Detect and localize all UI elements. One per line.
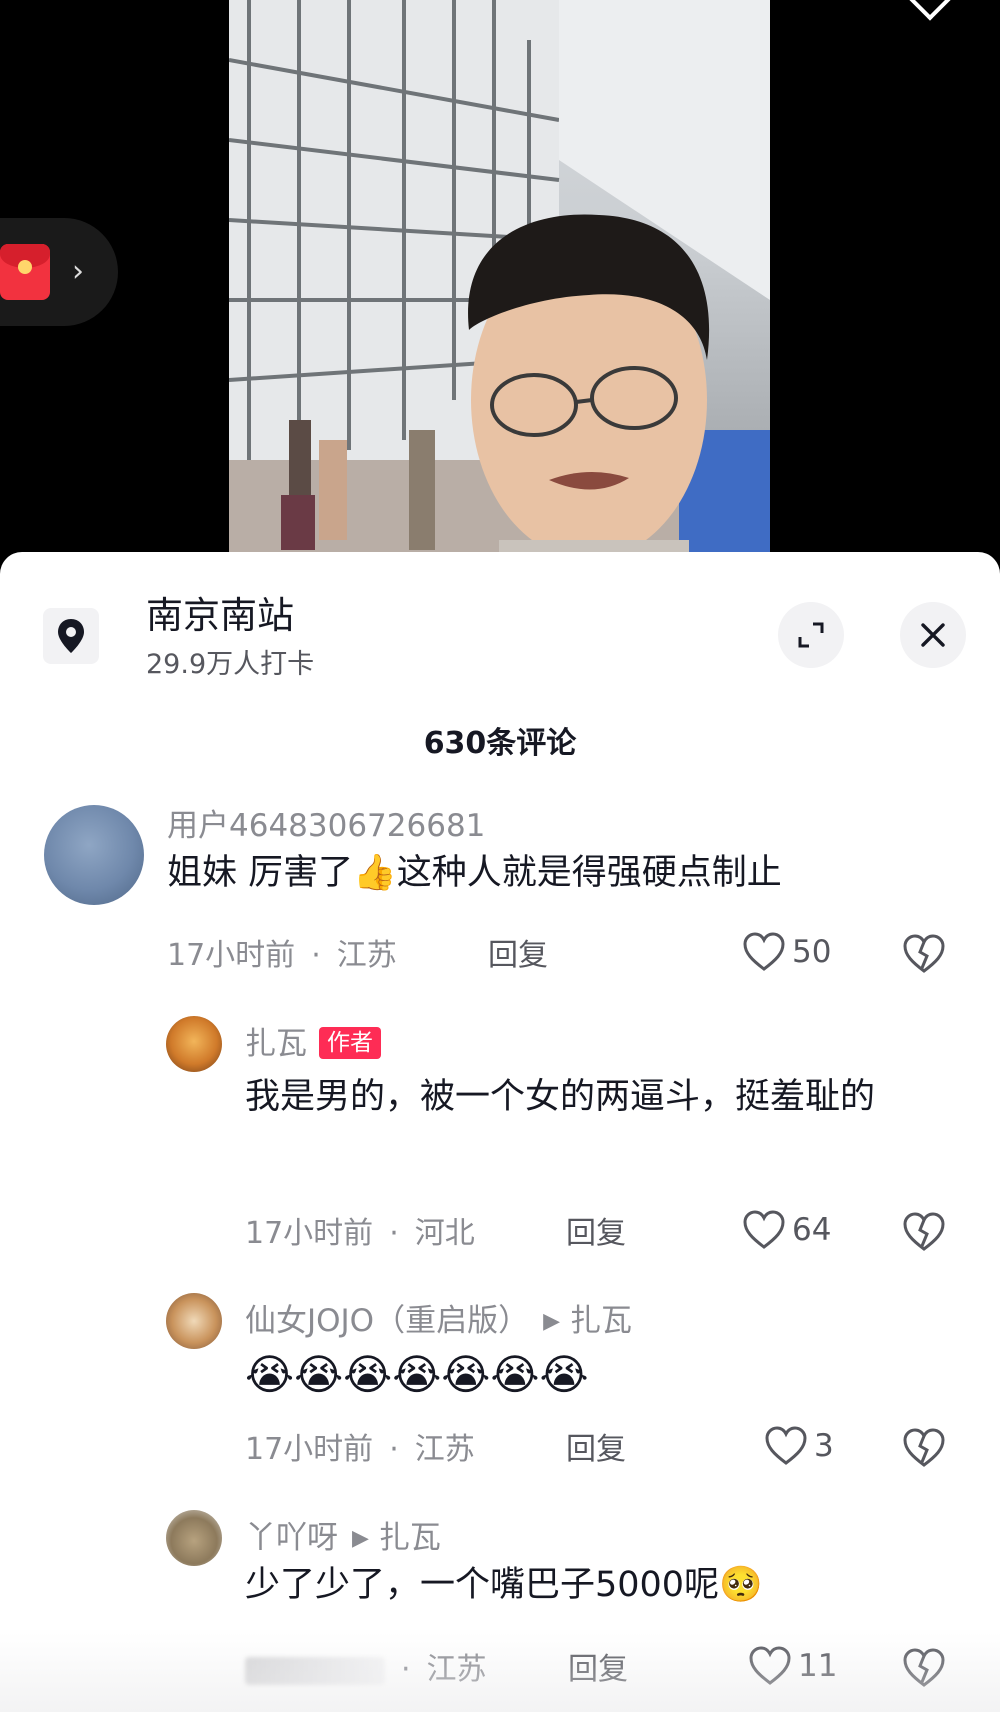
comments-count-header: 630条评论 (423, 726, 577, 761)
reply-arrow-icon: ▶ (352, 1526, 369, 1551)
location-pin-icon[interactable] (43, 608, 99, 664)
chevron-right-icon: › (72, 254, 84, 289)
comments-sheet: 南京南站 29.9万人打卡 630条评论 用户4648306726681 姐妹 … (0, 552, 1000, 1712)
comment-region: 江苏 (336, 938, 397, 973)
dislike-button[interactable] (902, 1428, 946, 1472)
comment-meta: 17小时前 · 江苏 (245, 1432, 475, 1467)
location-title[interactable]: 南京南站 (146, 594, 294, 638)
reply-button[interactable]: 回复 (488, 936, 548, 976)
video-still-image (229, 0, 770, 560)
comment-text: 姐妹 厉害了👍这种人就是得强硬点制止 (167, 853, 782, 893)
like-button[interactable]: 50 (742, 932, 831, 972)
expand-button[interactable] (778, 602, 844, 668)
video-frame[interactable] (229, 0, 770, 560)
close-button[interactable] (900, 602, 966, 668)
comment-meta: 17小时前 · 河北 (245, 1216, 475, 1251)
comment-text: 😭😭😭😭😭😭😭 (245, 1350, 589, 1399)
reply-to-username[interactable]: 扎瓦 (570, 1303, 632, 1339)
reply-button[interactable]: 回复 (566, 1430, 626, 1470)
heart-outline-icon (743, 1210, 785, 1249)
author-badge: 作者 (319, 1027, 381, 1059)
chevron-back-icon[interactable] (907, 0, 953, 21)
like-count: 64 (792, 1212, 832, 1248)
comment-username[interactable]: 仙女JOJO（重启版） ▶ 扎瓦 (245, 1301, 632, 1345)
broken-heart-icon (903, 934, 945, 973)
reply-button[interactable]: 回复 (566, 1214, 626, 1254)
avatar[interactable] (44, 805, 144, 905)
dislike-button[interactable] (902, 934, 946, 978)
comment-username[interactable]: 用户4648306726681 (167, 806, 485, 846)
video-player[interactable]: › (0, 0, 1000, 560)
like-button[interactable]: 64 (742, 1210, 831, 1250)
like-count: 50 (792, 934, 832, 970)
heart-outline-icon (743, 932, 785, 971)
broken-heart-icon (903, 1212, 945, 1251)
bottom-fade (0, 1632, 1000, 1712)
location-checkins: 29.9万人打卡 (146, 649, 315, 680)
reply-to-username[interactable]: 扎瓦 (379, 1520, 441, 1556)
reply-arrow-icon: ▶ (543, 1309, 561, 1334)
expand-icon (798, 622, 824, 648)
red-packet-icon[interactable] (0, 244, 50, 300)
comment-username[interactable]: 扎瓦 作者 (245, 1024, 381, 1064)
comment-text: 我是男的，被一个女的两逼斗，挺羞耻的 (245, 1077, 876, 1117)
comment-text: 少了少了，一个嘴巴子5000呢🥺 (245, 1565, 763, 1605)
comment-region: 江苏 (414, 1432, 475, 1467)
avatar[interactable] (166, 1016, 222, 1072)
heart-outline-icon (765, 1426, 807, 1465)
red-packet-pill[interactable]: › (0, 218, 118, 326)
comment-region: 河北 (414, 1216, 475, 1251)
comment-time: 17小时前 (167, 938, 296, 973)
like-count: 3 (814, 1428, 834, 1464)
comment-meta: 17小时前 · 江苏 (167, 938, 397, 973)
comment-time: 17小时前 (245, 1432, 374, 1467)
dislike-button[interactable] (902, 1212, 946, 1256)
broken-heart-icon (903, 1428, 945, 1467)
close-icon (921, 623, 945, 647)
like-button[interactable]: 3 (764, 1426, 834, 1466)
avatar[interactable] (166, 1293, 222, 1349)
avatar[interactable] (166, 1510, 222, 1566)
comment-time: 17小时前 (245, 1216, 374, 1251)
